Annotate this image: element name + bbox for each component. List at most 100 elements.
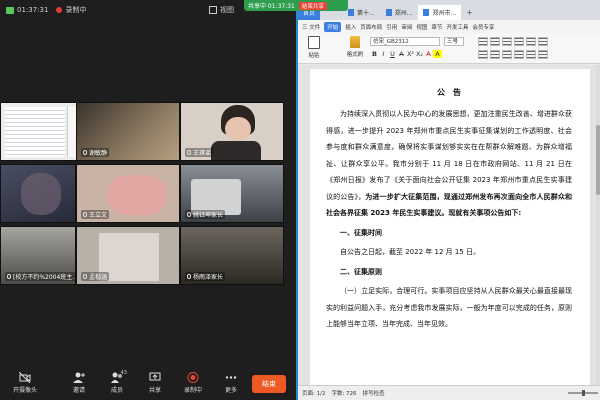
paragraph-align-buttons — [478, 50, 550, 59]
members-button[interactable]: 43 成员 — [98, 370, 136, 394]
participant-name: 孟楷涵 — [81, 272, 110, 281]
camera-label: 开摄像头 — [12, 386, 37, 394]
more-label: 更多 — [224, 386, 237, 394]
video-tile[interactable]: [校方不约%2004班主… — [0, 226, 76, 285]
ribbon: 粘贴 格式刷 仿宋_GB2312 三号 B I U A X² X₂ A A — [298, 34, 600, 64]
strikethrough-button[interactable]: A — [397, 50, 406, 58]
sort-icon[interactable] — [526, 37, 536, 46]
video-tile[interactable]: 姚钰坤家长 — [180, 164, 284, 223]
sharing-banner: 共享中 01:37:31 结束共享 — [244, 0, 348, 11]
font-name-select[interactable]: 仿宋_GB2312 — [370, 37, 440, 46]
tab-document-2[interactable]: 第十... — [343, 5, 380, 20]
align-right-icon[interactable] — [502, 50, 512, 59]
paste-button[interactable]: 粘贴 — [304, 36, 324, 59]
document-page[interactable]: 公 告 为持续深入贯彻以人民为中心的发展思想，更加注重民生改善、增进群众获得感，… — [310, 69, 590, 385]
align-left-icon[interactable] — [478, 50, 488, 59]
bullets-icon[interactable] — [478, 37, 488, 46]
format-painter-button[interactable]: 格式刷 — [344, 36, 366, 58]
paste-icon — [308, 36, 320, 49]
camera-button[interactable]: 开摄像头 — [6, 371, 44, 394]
show-marks-icon[interactable] — [538, 37, 548, 46]
spell-check[interactable]: 拼写检查 — [363, 389, 385, 397]
doc-icon — [423, 9, 430, 16]
underline-button[interactable]: U — [388, 50, 397, 58]
record-button[interactable]: 录制中 — [174, 371, 212, 394]
menu-home[interactable]: 开始 — [324, 22, 342, 32]
meeting-timer: 01:37:31 — [17, 6, 49, 14]
share-button[interactable]: 共享 — [136, 372, 174, 394]
font-size-select[interactable]: 三号 — [444, 37, 464, 46]
subscript-button[interactable]: X₂ — [415, 50, 424, 58]
screen: 01:37:31 录制中 视图 谢敏静 王琪谣 王立文 姚钰坤家长 [校方不约%… — [0, 0, 600, 400]
menu-references[interactable]: 引用 — [386, 23, 397, 31]
superscript-button[interactable]: X² — [406, 50, 415, 58]
video-feed — [1, 165, 75, 222]
record-icon — [187, 371, 199, 383]
mic-icon — [83, 274, 87, 279]
highlight-button[interactable]: A — [433, 50, 442, 58]
participant-name: 杨雨泽家长 — [185, 272, 226, 281]
menu-view[interactable]: 视图 — [416, 23, 427, 31]
menu-section[interactable]: 章节 — [431, 23, 442, 31]
mic-icon — [187, 212, 191, 217]
page-count: 页面: 1/2 — [302, 391, 326, 397]
doc-icon — [348, 9, 355, 16]
video-tile[interactable]: 王立文 — [76, 164, 180, 223]
video-tile[interactable] — [0, 164, 76, 223]
increase-indent-icon[interactable] — [514, 37, 524, 46]
invite-icon — [73, 372, 85, 383]
distributed-icon[interactable] — [526, 50, 536, 59]
record-label: 录制中 — [183, 386, 202, 394]
menu-review[interactable]: 审阅 — [401, 23, 412, 31]
camera-off-icon — [18, 371, 31, 383]
paragraph-collection-time: 自公告之日起，截至 2022 年 12 月 15 日。 — [340, 248, 480, 256]
heading-collection-time: 一、征集时间 — [340, 228, 382, 237]
heading-collection-principle: 二、征集原则 — [340, 267, 382, 276]
menu-insert[interactable]: 插入 — [345, 23, 356, 31]
participant-name: 姚钰坤家长 — [185, 210, 226, 219]
video-tile[interactable]: 王琪谣 — [180, 102, 284, 161]
justify-icon[interactable] — [514, 50, 524, 59]
participant-name: [校方不约%2004班主… — [5, 272, 75, 281]
menu-member[interactable]: 会员专享 — [472, 23, 494, 31]
align-center-icon[interactable] — [490, 50, 500, 59]
signal-icon — [6, 6, 14, 14]
new-tab-icon[interactable]: + — [466, 5, 473, 20]
share-label: 共享 — [148, 386, 161, 394]
italic-button[interactable]: I — [379, 50, 388, 58]
font-style-buttons: B I U A X² X₂ A A — [370, 50, 442, 58]
menu-developer[interactable]: 开发工具 — [446, 23, 468, 31]
share-icon — [149, 372, 161, 383]
video-tile[interactable]: 谢敏静 — [76, 102, 180, 161]
stop-sharing-button[interactable]: 结束共享 — [298, 1, 327, 10]
participant-name: 王琪谣 — [185, 148, 214, 157]
zoom-slider[interactable] — [568, 390, 598, 396]
invite-button[interactable]: 邀请 — [60, 372, 98, 394]
line-spacing-icon[interactable] — [538, 50, 548, 59]
vertical-scrollbar[interactable] — [596, 65, 600, 385]
video-tile[interactable]: 孟楷涵 — [76, 226, 180, 285]
members-label: 成员 — [110, 386, 123, 394]
sharing-status: 共享中 01:37:31 — [248, 3, 295, 10]
scrollbar-thumb[interactable] — [596, 125, 600, 195]
end-meeting-button[interactable]: 结束 — [252, 375, 286, 393]
mic-icon — [83, 150, 87, 155]
font-color-button[interactable]: A — [424, 50, 433, 58]
menu-file[interactable]: 三 文件 — [302, 23, 320, 31]
more-button[interactable]: 更多 — [212, 372, 250, 394]
decrease-indent-icon[interactable] — [502, 37, 512, 46]
invite-label: 邀请 — [72, 386, 85, 394]
tab-document-3[interactable]: 郑州... — [381, 5, 418, 20]
numbering-icon[interactable] — [490, 37, 500, 46]
participant-name: 王立文 — [81, 210, 110, 219]
members-icon: 43 — [111, 370, 127, 383]
paragraph-intro: 为持续深入贯彻以人民为中心的发展思想，更加注重民生改善、增进群众获得感，进一步提… — [326, 110, 573, 217]
menu-layout[interactable]: 页面布局 — [360, 23, 382, 31]
bold-button[interactable]: B — [370, 50, 379, 58]
tab-document-4[interactable]: 郑州市... — [418, 5, 462, 20]
word-count[interactable]: 字数: 726 — [331, 389, 356, 397]
view-button[interactable]: 视图 — [209, 5, 234, 15]
video-tile[interactable]: 杨雨泽家长 — [180, 226, 284, 285]
mic-icon — [83, 212, 87, 217]
wps-writer-window: 首页 第十... 郑州... 郑州市... + 三 文件 开始 插入 页面布局 … — [296, 0, 600, 400]
